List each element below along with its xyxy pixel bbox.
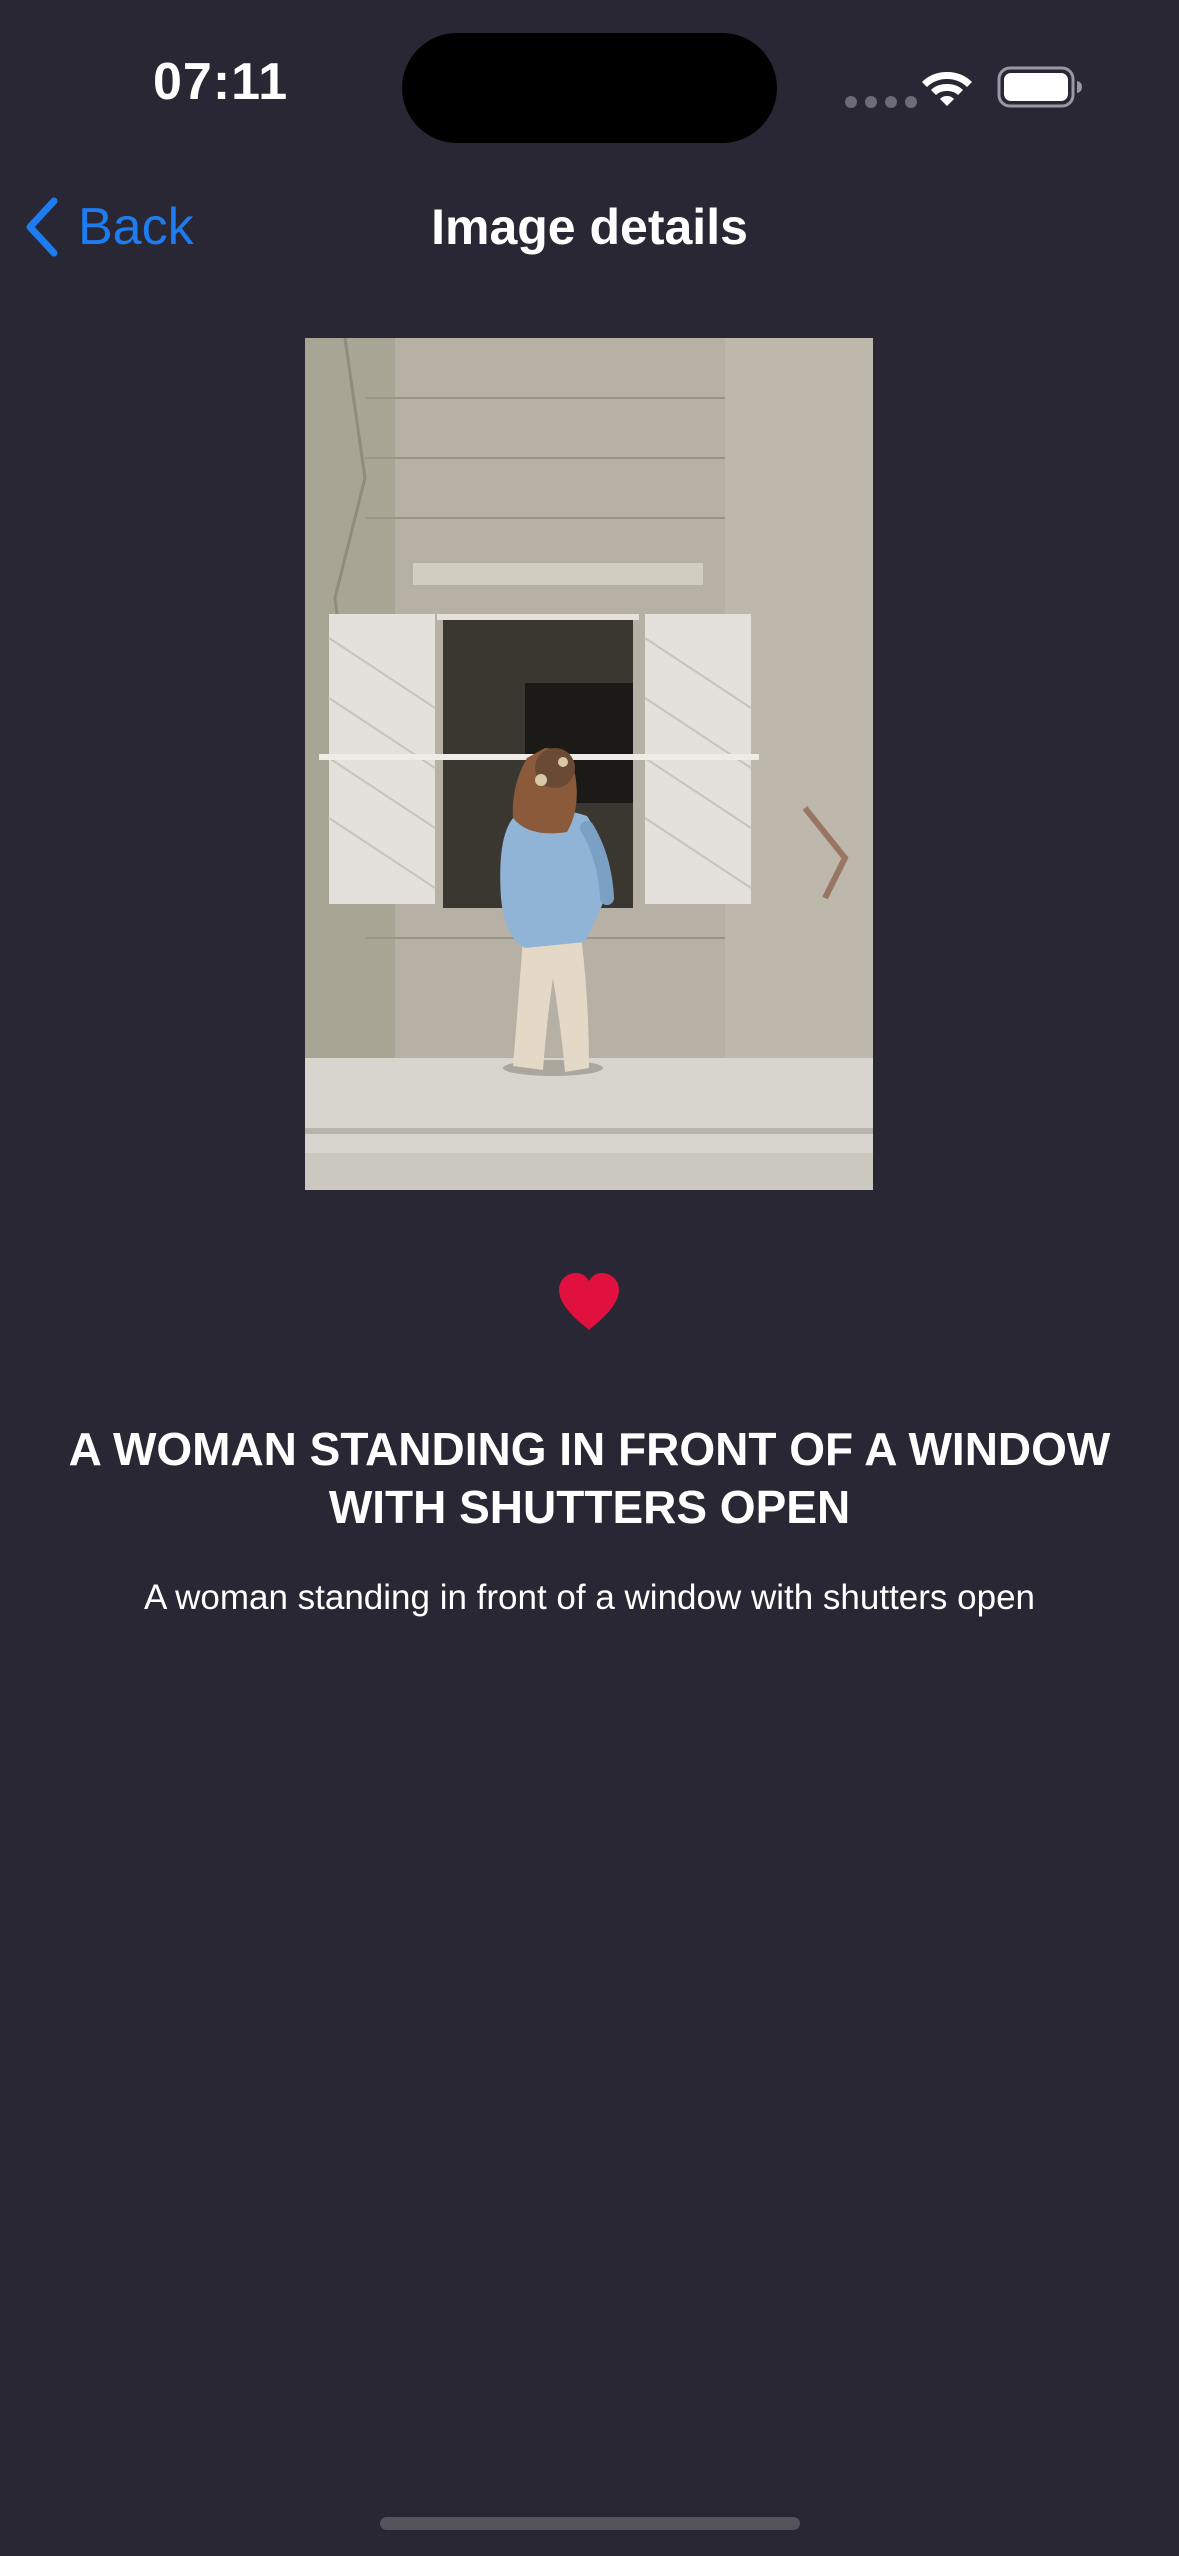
home-indicator[interactable] <box>380 2517 800 2530</box>
battery-full-icon <box>997 66 1082 108</box>
cellular-signal-icon <box>845 96 917 108</box>
status-time: 07:11 <box>153 53 289 111</box>
image-title: A woman standing in front of a window wi… <box>68 1423 1111 1533</box>
page-title: Image details <box>431 199 748 255</box>
favorite-button[interactable] <box>555 1270 623 1337</box>
heart-icon <box>559 1273 619 1330</box>
image-caption: A woman standing in front of a window wi… <box>143 1578 1036 1617</box>
dynamic-island <box>402 33 777 143</box>
photo <box>305 338 873 1190</box>
wifi-icon <box>922 72 972 106</box>
